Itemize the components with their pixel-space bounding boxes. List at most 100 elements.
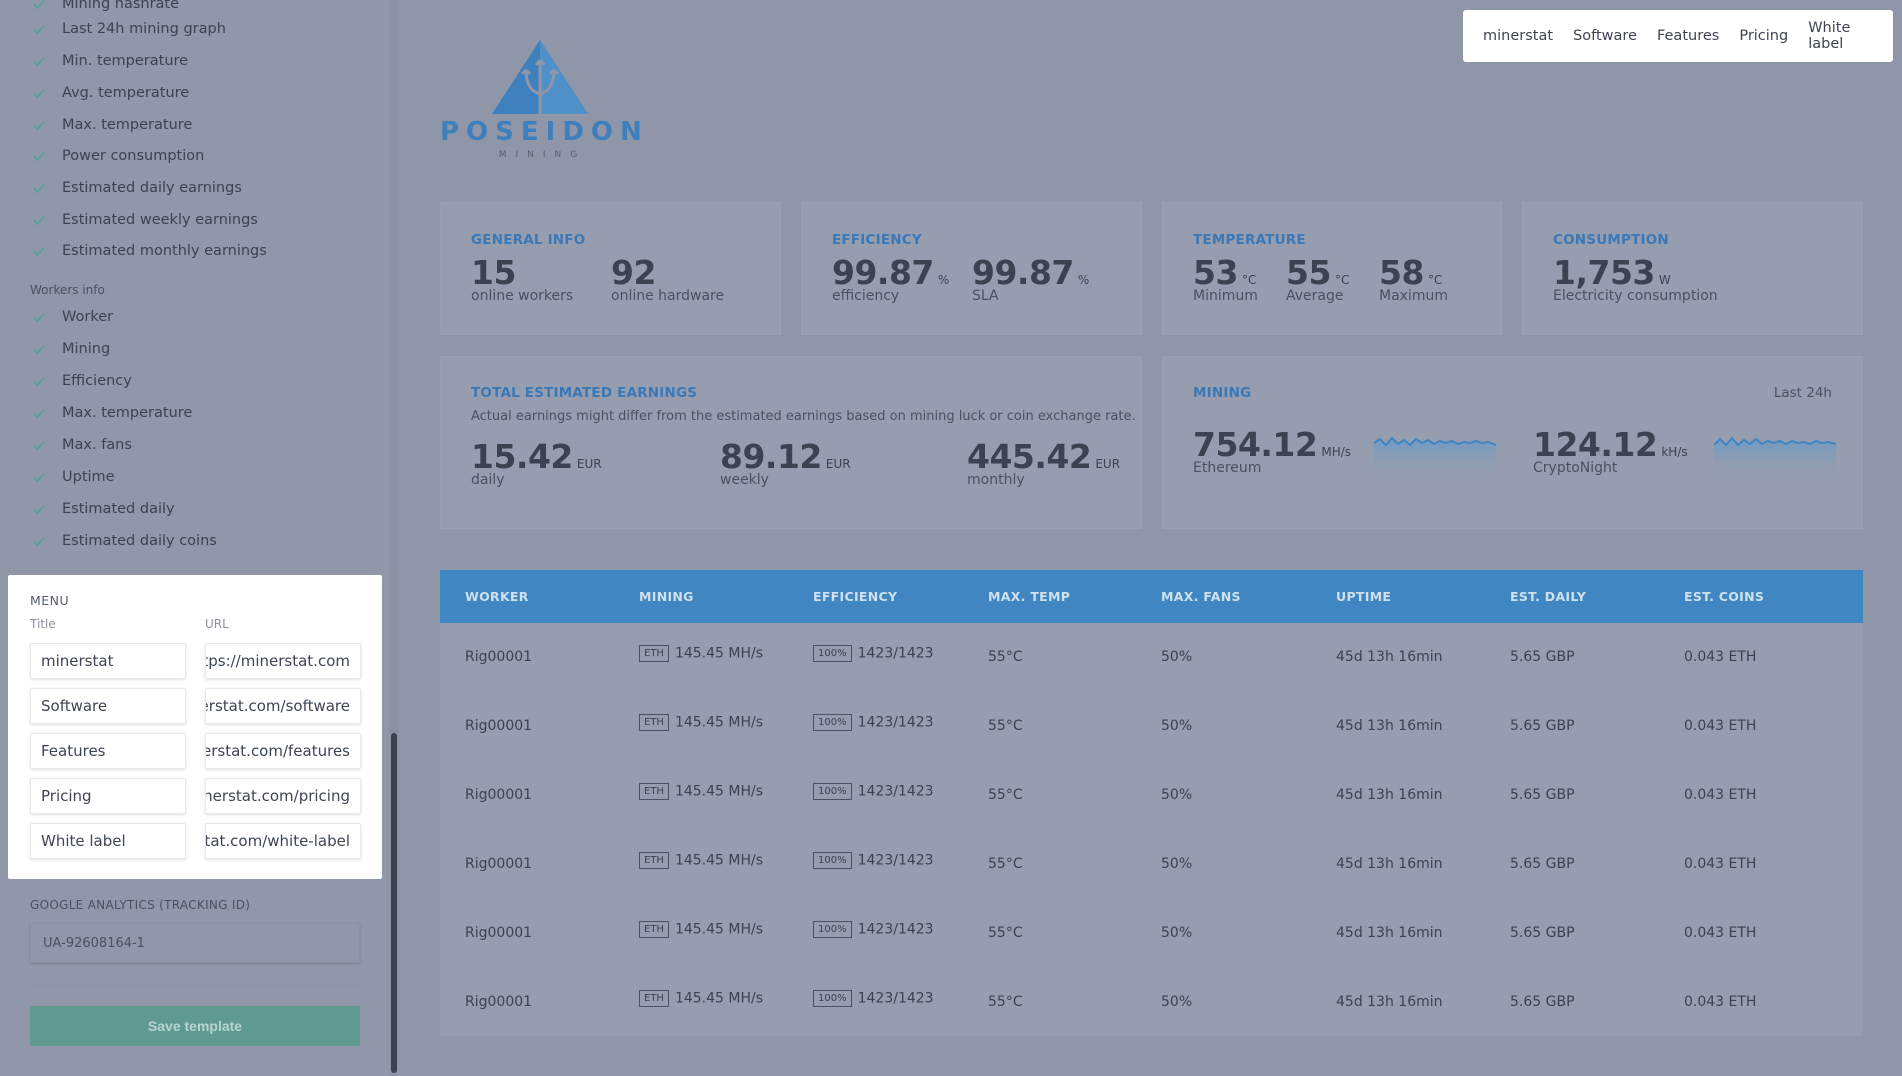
menu-editor-panel: MENU Title URL minerstat https://minerst… bbox=[8, 575, 382, 879]
checkbox-max-fans[interactable]: Max. fans bbox=[30, 429, 132, 461]
cell-coins: 0.043 ETH bbox=[1684, 925, 1757, 941]
table-row[interactable]: Rig00001 ETH 145.45 MH/s 100% 1423/1423 55°C 5… bbox=[440, 692, 1863, 761]
metric-label: CryptoNight bbox=[1533, 460, 1618, 476]
card-title: MINING bbox=[1193, 385, 1252, 401]
nav-link-software[interactable]: Software bbox=[1573, 28, 1637, 44]
metric-value: 124.12 bbox=[1533, 425, 1658, 464]
check-icon bbox=[30, 52, 48, 70]
cell-uptime: 45d 13h 16min bbox=[1336, 925, 1443, 941]
input-value: Software bbox=[41, 697, 108, 715]
menu-title-input-4[interactable]: Pricing bbox=[30, 778, 186, 814]
menu-title-input-3[interactable]: Features bbox=[30, 733, 186, 769]
menu-title-input-1[interactable]: minerstat bbox=[30, 643, 186, 679]
metric-unit: °C bbox=[1241, 273, 1257, 287]
cell-temp: 55°C bbox=[988, 787, 1023, 803]
cell-fans: 50% bbox=[1161, 925, 1193, 941]
coin-badge: ETH bbox=[639, 645, 669, 662]
cell-fans: 50% bbox=[1161, 856, 1193, 872]
sidebar-scroll-thumb[interactable] bbox=[391, 733, 397, 1073]
nav-link-minerstat[interactable]: minerstat bbox=[1483, 28, 1553, 44]
checkbox-label: Uptime bbox=[62, 469, 115, 485]
cell-worker: Rig00001 bbox=[465, 718, 533, 734]
logo-subtitle: MINING bbox=[498, 150, 587, 160]
cell-efficiency: 100% 1423/1423 bbox=[813, 990, 934, 1007]
input-value: https://minerstat.com/software bbox=[206, 697, 350, 715]
checkbox-label: Max. temperature bbox=[62, 405, 193, 421]
menu-url-input-2[interactable]: https://minerstat.com/software bbox=[205, 688, 361, 724]
metric-unit: °C bbox=[1427, 273, 1443, 287]
checkbox-mining[interactable]: Mining bbox=[30, 333, 110, 365]
cell-coins: 0.043 ETH bbox=[1684, 994, 1757, 1010]
nav-link-features[interactable]: Features bbox=[1657, 28, 1719, 44]
checkbox-est-weekly-earnings[interactable]: Estimated weekly earnings bbox=[30, 204, 258, 236]
metric-label: online workers bbox=[471, 288, 574, 304]
table-row[interactable]: Rig00001 ETH 145.45 MH/s 100% 1423/1423 55°C 5… bbox=[440, 830, 1863, 899]
efficiency-value: 1423/1423 bbox=[857, 714, 934, 731]
efficiency-badge: 100% bbox=[813, 714, 852, 731]
consumption-card: CONSUMPTION 1,753 W Electricity consumpti… bbox=[1522, 202, 1863, 335]
checkbox-worker[interactable]: Worker bbox=[30, 301, 113, 333]
workers-section-label: Workers info bbox=[30, 283, 105, 297]
checkbox-est-monthly-earnings[interactable]: Estimated monthly earnings bbox=[30, 235, 267, 267]
table-row[interactable]: Rig00001 ETH 145.45 MH/s 100% 1423/1423 55°C 5… bbox=[440, 761, 1863, 830]
checkbox-label: Last 24h mining graph bbox=[62, 21, 226, 37]
save-template-button[interactable]: Save template bbox=[30, 1006, 360, 1046]
checkbox-max-temperature[interactable]: Max. temperature bbox=[30, 109, 192, 141]
checkbox-efficiency[interactable]: Efficiency bbox=[30, 365, 132, 397]
col-header-mining[interactable]: MINING bbox=[639, 589, 694, 604]
check-icon bbox=[30, 436, 48, 454]
cell-efficiency: 100% 1423/1423 bbox=[813, 921, 934, 938]
checkbox-min-temperature[interactable]: Min. temperature bbox=[30, 45, 188, 77]
hashrate: 145.45 MH/s bbox=[674, 921, 764, 938]
nav-link-white-label[interactable]: White label bbox=[1808, 20, 1873, 52]
cell-daily: 5.65 GBP bbox=[1510, 718, 1575, 734]
ethereum-sparkline bbox=[1374, 436, 1496, 479]
cell-mining: ETH 145.45 MH/s bbox=[639, 645, 763, 662]
checkbox-estimated-daily-coins[interactable]: Estimated daily coins bbox=[30, 525, 217, 557]
col-header-efficiency[interactable]: EFFICIENCY bbox=[813, 589, 897, 604]
menu-url-input-1[interactable]: https://minerstat.com bbox=[205, 643, 361, 679]
menu-title-input-2[interactable]: Software bbox=[30, 688, 186, 724]
check-icon bbox=[30, 500, 48, 518]
col-header-worker[interactable]: WORKER bbox=[465, 589, 529, 604]
menu-url-input-4[interactable]: https://minerstat.com/pricing bbox=[205, 778, 361, 814]
checkbox-estimated-daily[interactable]: Estimated daily bbox=[30, 493, 175, 525]
checkbox-last-24h-graph[interactable]: Last 24h mining graph bbox=[30, 13, 226, 45]
cell-mining: ETH 145.45 MH/s bbox=[639, 921, 763, 938]
check-icon bbox=[30, 242, 48, 260]
col-header-uptime[interactable]: UPTIME bbox=[1336, 589, 1391, 604]
metric-unit: % bbox=[1077, 273, 1090, 287]
monthly-earnings-metric: 445.42 EUR monthly bbox=[967, 437, 1120, 488]
col-header-est-daily[interactable]: EST. DAILY bbox=[1510, 589, 1586, 604]
table-row[interactable]: Rig00001 ETH 145.45 MH/s 100% 1423/1423 55°C 5… bbox=[440, 623, 1863, 692]
table-row[interactable]: Rig00001 ETH 145.45 MH/s 100% 1423/1423 55°C 5… bbox=[440, 899, 1863, 968]
checkbox-est-daily-earnings[interactable]: Estimated daily earnings bbox=[30, 172, 242, 204]
cell-coins: 0.043 ETH bbox=[1684, 787, 1757, 803]
table-row[interactable]: Rig00001 ETH 145.45 MH/s 100% 1423/1423 55°C 5… bbox=[440, 968, 1863, 1037]
check-icon bbox=[30, 372, 48, 390]
hashrate: 145.45 MH/s bbox=[674, 645, 764, 662]
checkbox-power-consumption[interactable]: Power consumption bbox=[30, 140, 204, 172]
hashrate: 145.45 MH/s bbox=[674, 783, 764, 800]
checkbox-label: Mining bbox=[62, 341, 111, 357]
menu-url-input-3[interactable]: https://minerstat.com/features bbox=[205, 733, 361, 769]
checkbox-avg-temperature[interactable]: Avg. temperature bbox=[30, 77, 189, 109]
efficiency-badge: 100% bbox=[813, 921, 852, 938]
checkbox-uptime[interactable]: Uptime bbox=[30, 461, 115, 493]
col-header-est-coins[interactable]: EST. COINS bbox=[1684, 589, 1764, 604]
col-header-max-temp[interactable]: MAX. TEMP bbox=[988, 589, 1070, 604]
check-icon bbox=[30, 468, 48, 486]
title-column-label: Title bbox=[30, 617, 56, 631]
checkbox-label: Estimated daily bbox=[62, 501, 175, 517]
input-value: https://minerstat.com/white-label bbox=[205, 832, 350, 850]
menu-url-input-5[interactable]: https://minerstat.com/white-label bbox=[205, 823, 361, 859]
nav-link-pricing[interactable]: Pricing bbox=[1739, 28, 1788, 44]
col-header-max-fans[interactable]: MAX. FANS bbox=[1161, 589, 1241, 604]
checkbox-label: Worker bbox=[62, 309, 114, 325]
sidebar: Mining hashrate Last 24h mining graph Mi… bbox=[0, 0, 390, 1076]
menu-title-input-5[interactable]: White label bbox=[30, 823, 186, 859]
google-analytics-input[interactable]: UA-92608164-1 bbox=[30, 923, 360, 963]
cryptonight-sparkline bbox=[1714, 436, 1836, 479]
checkbox-worker-max-temperature[interactable]: Max. temperature bbox=[30, 397, 192, 429]
metric-value: 89.12 bbox=[720, 437, 822, 476]
